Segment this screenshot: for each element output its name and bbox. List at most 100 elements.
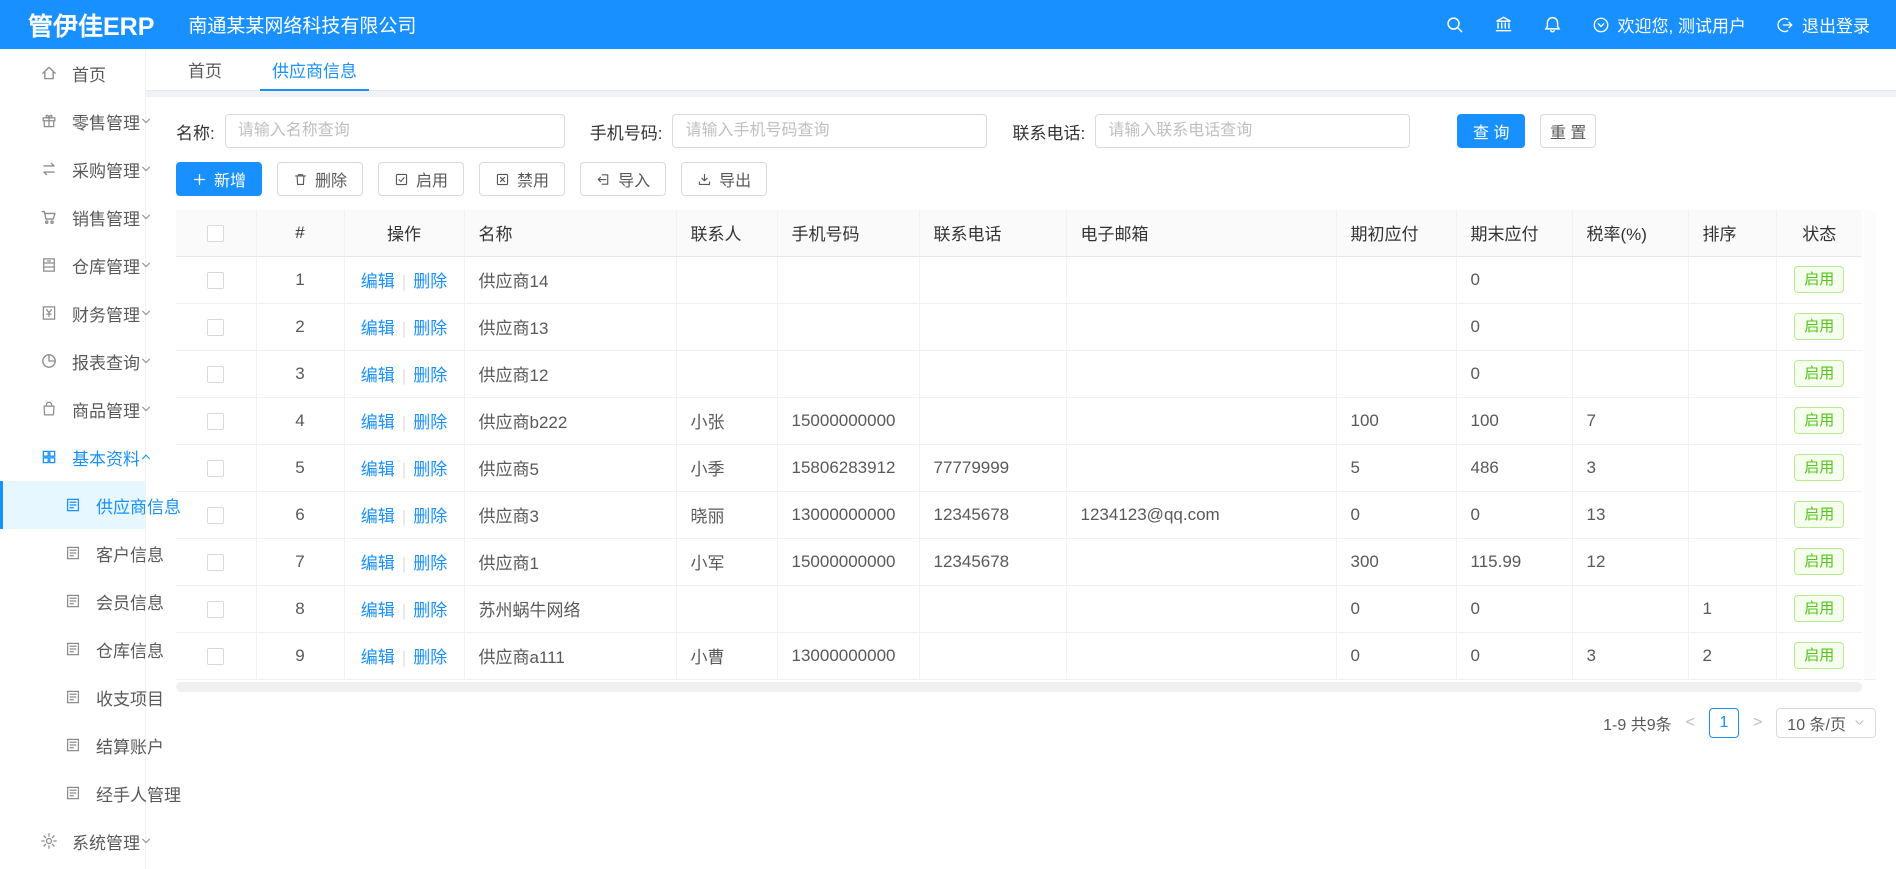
edit-link[interactable]: 编辑 bbox=[361, 460, 395, 479]
name-filter-label: 名称: bbox=[176, 119, 215, 144]
prev-page-button[interactable]: < bbox=[1686, 714, 1695, 732]
edit-link[interactable]: 编辑 bbox=[361, 413, 395, 432]
delete-link[interactable]: 删除 bbox=[413, 366, 447, 385]
cell-phone: 13000000000 bbox=[777, 632, 919, 679]
cell-tel bbox=[919, 256, 1066, 303]
page-number-button[interactable]: 1 bbox=[1709, 708, 1739, 738]
sidebar-item-system[interactable]: 系统管理 bbox=[0, 817, 145, 865]
sidebar-item-finance[interactable]: 财务管理 bbox=[0, 289, 145, 337]
edit-link[interactable]: 编辑 bbox=[361, 319, 395, 338]
next-page-button[interactable]: > bbox=[1753, 714, 1762, 732]
sidebar-item-label: 首页 bbox=[72, 61, 133, 86]
search-icon[interactable] bbox=[1445, 15, 1464, 34]
edit-link[interactable]: 编辑 bbox=[361, 554, 395, 573]
delete-button[interactable]: 删除 bbox=[277, 162, 363, 196]
sidebar-item-purchase[interactable]: 采购管理 bbox=[0, 145, 145, 193]
tel-filter-input[interactable] bbox=[1095, 114, 1410, 148]
col-status: 状态 bbox=[1776, 210, 1862, 256]
delete-link[interactable]: 删除 bbox=[413, 507, 447, 526]
delete-link[interactable]: 删除 bbox=[413, 460, 447, 479]
status-badge: 启用 bbox=[1794, 407, 1844, 434]
cell-end-payable: 0 bbox=[1456, 632, 1572, 679]
table-row: 4 编辑|删除 供应商b222 小张 15000000000 100 100 7… bbox=[176, 397, 1862, 444]
tel-filter: 联系电话: bbox=[1012, 114, 1410, 148]
sidebar-item-basic-data[interactable]: 基本资料 bbox=[0, 433, 145, 481]
row-checkbox[interactable] bbox=[207, 507, 224, 524]
cell-sort bbox=[1688, 491, 1776, 538]
sidebar-item-settlement-account[interactable]: 结算账户 bbox=[0, 721, 145, 769]
name-filter-input[interactable] bbox=[225, 114, 565, 148]
cell-sort bbox=[1688, 397, 1776, 444]
sidebar-item-warehouse[interactable]: 仓库管理 bbox=[0, 241, 145, 289]
sidebar-item-label: 零售管理 bbox=[72, 109, 140, 134]
row-checkbox[interactable] bbox=[207, 648, 224, 665]
search-button[interactable]: 查 询 bbox=[1457, 114, 1525, 148]
disable-button-label: 禁用 bbox=[517, 167, 549, 191]
edit-link[interactable]: 编辑 bbox=[361, 366, 395, 385]
sidebar-item-income-expense[interactable]: 收支项目 bbox=[0, 673, 145, 721]
disable-button[interactable]: 禁用 bbox=[479, 162, 565, 196]
enable-button[interactable]: 启用 bbox=[378, 162, 464, 196]
cell-tax-rate: 3 bbox=[1572, 632, 1688, 679]
tab-supplier-info[interactable]: 供应商信息 bbox=[254, 49, 375, 90]
row-checkbox[interactable] bbox=[207, 413, 224, 430]
sidebar-item-customer-info[interactable]: 客户信息 bbox=[0, 529, 145, 577]
delete-link[interactable]: 删除 bbox=[413, 554, 447, 573]
delete-link[interactable]: 删除 bbox=[413, 601, 447, 620]
user-menu[interactable]: 欢迎您, 测试用户 bbox=[1592, 12, 1746, 37]
bank-icon[interactable] bbox=[1494, 15, 1513, 34]
sidebar-item-sales[interactable]: 销售管理 bbox=[0, 193, 145, 241]
edit-link[interactable]: 编辑 bbox=[361, 648, 395, 667]
sidebar-item-warehouse-info[interactable]: 仓库信息 bbox=[0, 625, 145, 673]
cell-name: 苏州蜗牛网络 bbox=[464, 585, 676, 632]
sidebar: 首页 零售管理 采购管理 销售管理 仓库管理 财务管理 bbox=[0, 49, 146, 869]
sidebar-item-handler-management[interactable]: 经手人管理 bbox=[0, 769, 145, 817]
cell-name: 供应商b222 bbox=[464, 397, 676, 444]
sidebar-item-member-info[interactable]: 会员信息 bbox=[0, 577, 145, 625]
sidebar-item-reports[interactable]: 报表查询 bbox=[0, 337, 145, 385]
welcome-text: 欢迎您, 测试用户 bbox=[1618, 12, 1746, 37]
cell-email bbox=[1066, 256, 1336, 303]
delete-link[interactable]: 删除 bbox=[413, 319, 447, 338]
reset-button[interactable]: 重 置 bbox=[1540, 114, 1596, 148]
cell-email bbox=[1066, 350, 1336, 397]
table-row: 6 编辑|删除 供应商3 晓丽 13000000000 12345678 123… bbox=[176, 491, 1862, 538]
sidebar-item-supplier-info[interactable]: 供应商信息 bbox=[0, 481, 145, 529]
tab-home[interactable]: 首页 bbox=[170, 49, 240, 90]
status-badge: 启用 bbox=[1794, 313, 1844, 340]
row-checkbox[interactable] bbox=[207, 319, 224, 336]
row-checkbox[interactable] bbox=[207, 460, 224, 477]
export-button[interactable]: 导出 bbox=[681, 162, 767, 196]
cell-end-payable: 100 bbox=[1456, 397, 1572, 444]
logout-button[interactable]: 退出登录 bbox=[1776, 12, 1870, 37]
gift-icon bbox=[40, 112, 58, 130]
x-square-icon bbox=[495, 172, 510, 187]
delete-link[interactable]: 删除 bbox=[413, 413, 447, 432]
add-button[interactable]: 新增 bbox=[176, 162, 262, 196]
pie-chart-icon bbox=[40, 352, 58, 370]
select-all-checkbox[interactable] bbox=[207, 225, 224, 242]
sidebar-item-home[interactable]: 首页 bbox=[0, 49, 145, 97]
row-checkbox[interactable] bbox=[207, 272, 224, 289]
import-button-label: 导入 bbox=[618, 167, 650, 191]
row-index: 3 bbox=[256, 350, 344, 397]
delete-link[interactable]: 删除 bbox=[413, 272, 447, 291]
edit-link[interactable]: 编辑 bbox=[361, 601, 395, 620]
page-size-select[interactable]: 10 条/页 bbox=[1776, 708, 1876, 738]
import-button[interactable]: 导入 bbox=[580, 162, 666, 196]
cell-contact bbox=[676, 256, 777, 303]
link-separator: | bbox=[402, 413, 406, 432]
delete-link[interactable]: 删除 bbox=[413, 648, 447, 667]
sidebar-item-label: 销售管理 bbox=[72, 205, 140, 230]
phone-filter-input[interactable] bbox=[672, 114, 987, 148]
row-checkbox[interactable] bbox=[207, 554, 224, 571]
cart-icon bbox=[40, 208, 58, 226]
sidebar-item-goods[interactable]: 商品管理 bbox=[0, 385, 145, 433]
edit-link[interactable]: 编辑 bbox=[361, 272, 395, 291]
bell-icon[interactable] bbox=[1543, 15, 1562, 34]
horizontal-scrollbar[interactable] bbox=[176, 682, 1862, 692]
row-checkbox[interactable] bbox=[207, 366, 224, 383]
edit-link[interactable]: 编辑 bbox=[361, 507, 395, 526]
sidebar-item-retail[interactable]: 零售管理 bbox=[0, 97, 145, 145]
row-checkbox[interactable] bbox=[207, 601, 224, 618]
